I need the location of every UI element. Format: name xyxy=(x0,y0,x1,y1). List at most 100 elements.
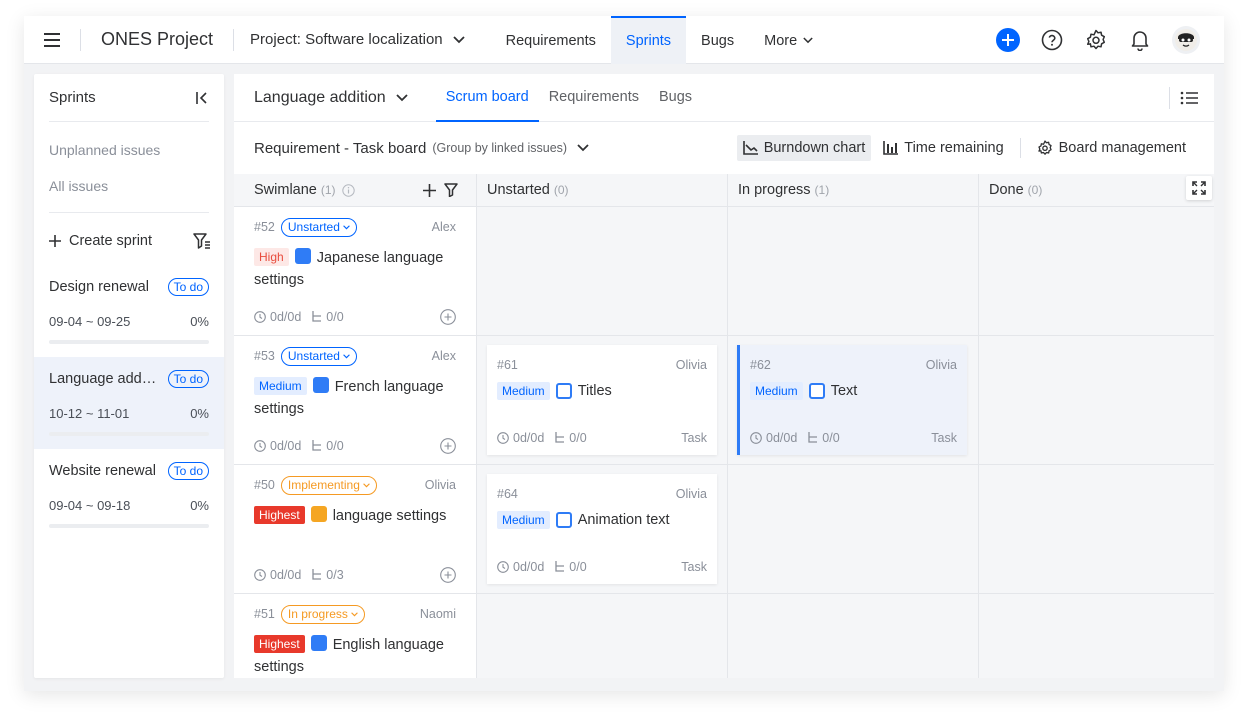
info-icon[interactable] xyxy=(341,183,355,197)
sprint-name: Website renewal xyxy=(49,463,156,479)
priority-badge: High xyxy=(254,248,289,266)
priority-badge: Medium xyxy=(497,511,550,529)
time-estimate: 0d/0d xyxy=(766,431,798,445)
task-icon xyxy=(555,512,572,528)
filter-icon[interactable] xyxy=(444,183,458,197)
clock-icon xyxy=(254,311,266,323)
swimlane-50[interactable]: #50 Implementing Olivia Highest language … xyxy=(234,465,477,594)
sprint-dates: 10-12 ~ 11-01 xyxy=(49,406,130,421)
subtask-count: 0/0 xyxy=(326,310,344,324)
add-subtask-icon[interactable] xyxy=(440,438,456,454)
issue-title[interactable]: language settings xyxy=(333,508,447,524)
tab-requirements[interactable]: Requirements xyxy=(539,74,649,122)
add-icon[interactable] xyxy=(423,183,436,197)
sprint-name: Design renewal xyxy=(49,279,149,295)
board-cell xyxy=(979,465,1214,594)
issue-id: #50 xyxy=(254,478,275,492)
project-select[interactable]: Project: Software localization xyxy=(234,31,483,48)
sidebar-item-all-issues[interactable]: All issues xyxy=(34,168,224,204)
tab-bugs[interactable]: Bugs xyxy=(686,16,749,64)
task-card-62[interactable]: #62 Olivia Medium Text 0d/0d 0/0 Task xyxy=(737,345,967,455)
column-count: (0) xyxy=(1027,183,1043,197)
gear-icon xyxy=(1037,140,1052,155)
add-icon[interactable] xyxy=(996,27,1020,52)
subtask-icon xyxy=(312,440,322,451)
burndown-chart-button[interactable]: Burndown chart xyxy=(736,135,872,161)
app-title[interactable]: ONES Project xyxy=(81,29,233,50)
add-subtask-icon[interactable] xyxy=(440,309,456,325)
sprint-progress: 0% xyxy=(190,406,209,421)
swimlane-52[interactable]: #52 Unstarted Alex High Japanese language… xyxy=(234,207,477,336)
help-icon[interactable] xyxy=(1040,28,1064,52)
tab-more[interactable]: More xyxy=(749,16,828,64)
status-dropdown[interactable]: In progress xyxy=(280,604,365,624)
fullscreen-button[interactable] xyxy=(1186,176,1212,200)
issue-id: #51 xyxy=(254,607,275,621)
divider xyxy=(49,212,209,213)
status-dropdown[interactable]: Unstarted xyxy=(280,346,357,366)
clock-icon xyxy=(254,440,266,452)
bar-chart-icon xyxy=(883,141,899,155)
board-cell xyxy=(728,594,979,678)
task-icon xyxy=(808,383,825,399)
chevron-down-icon xyxy=(343,224,350,229)
board-title[interactable]: Requirement - Task board xyxy=(254,140,426,157)
board-management-button[interactable]: Board management xyxy=(1031,135,1192,161)
tab-scrum-board[interactable]: Scrum board xyxy=(435,74,539,122)
status-dropdown[interactable]: Implementing xyxy=(280,475,377,495)
priority-badge: Highest xyxy=(254,506,305,524)
issue-id: #62 xyxy=(750,358,771,372)
status-label: In progress xyxy=(287,607,348,621)
tab-sprints[interactable]: Sprints xyxy=(610,16,687,64)
sprint-dates: 09-04 ~ 09-18 xyxy=(49,498,131,513)
filter-icon[interactable] xyxy=(193,233,211,249)
task-card-64[interactable]: #64 Olivia Medium Animation text 0d/0d 0/0… xyxy=(487,474,717,584)
sprint-item-website-renewal[interactable]: Website renewal To do 09-04 ~ 09-18 0% xyxy=(34,449,224,541)
chevron-down-icon[interactable] xyxy=(577,144,589,152)
clock-icon xyxy=(497,432,509,444)
column-header-done: Done (0) xyxy=(979,174,1214,207)
collapse-icon[interactable] xyxy=(195,91,209,105)
divider xyxy=(1169,86,1170,109)
sidebar-item-unplanned-issues[interactable]: Unplanned issues xyxy=(34,132,224,168)
tab-requirements[interactable]: Requirements xyxy=(491,16,611,64)
status-dropdown[interactable]: Unstarted xyxy=(280,217,357,237)
chevron-down-icon xyxy=(363,482,370,487)
time-estimate: 0d/0d xyxy=(270,310,302,324)
top-navigation: ONES Project Project: Software localizat… xyxy=(24,16,1224,64)
create-sprint-button[interactable]: Create sprint xyxy=(49,233,152,249)
bell-icon[interactable] xyxy=(1128,28,1152,52)
sprint-item-design-renewal[interactable]: Design renewal To do 09-04 ~ 09-25 0% xyxy=(34,265,224,357)
avatar[interactable] xyxy=(1172,25,1200,54)
priority-badge: Highest xyxy=(254,635,305,653)
plus-icon xyxy=(49,235,61,247)
swimlane-53[interactable]: #53 Unstarted Alex Medium French language… xyxy=(234,336,477,465)
chevron-down-icon xyxy=(343,353,350,358)
burndown-icon xyxy=(742,141,758,155)
priority-badge: Medium xyxy=(497,382,550,400)
issue-type: Task xyxy=(931,431,957,445)
board-cell xyxy=(979,594,1214,678)
time-estimate: 0d/0d xyxy=(270,568,302,582)
add-subtask-icon[interactable] xyxy=(440,567,456,583)
issue-id: #64 xyxy=(497,487,518,501)
sprint-item-language-addition[interactable]: Language addition To do 10-12 ~ 11-01 0% xyxy=(34,357,224,449)
sprint-select[interactable]: Language addition xyxy=(254,89,408,107)
tab-bugs[interactable]: Bugs xyxy=(649,74,702,122)
time-remaining-button[interactable]: Time remaining xyxy=(877,135,1009,161)
time-estimate: 0d/0d xyxy=(513,560,545,574)
card-title: Text xyxy=(830,383,858,399)
requirement-icon xyxy=(312,377,329,393)
clock-icon xyxy=(497,561,509,573)
task-card-61[interactable]: #61 Olivia Medium Titles 0d/0d 0/0 Task xyxy=(487,345,717,455)
divider xyxy=(1019,138,1021,158)
board-group-label: (Group by linked issues) xyxy=(432,141,568,155)
list-view-icon[interactable] xyxy=(1180,91,1198,105)
swimlane-51[interactable]: #51 In progress Naomi Highest English lan… xyxy=(234,594,477,678)
gear-icon[interactable] xyxy=(1084,28,1108,52)
sprint-dates: 09-04 ~ 09-25 xyxy=(49,314,131,329)
status-badge: To do xyxy=(167,278,209,296)
assignee: Alex xyxy=(431,349,456,363)
menu-icon[interactable] xyxy=(24,16,80,64)
assignee: Olivia xyxy=(925,358,957,372)
